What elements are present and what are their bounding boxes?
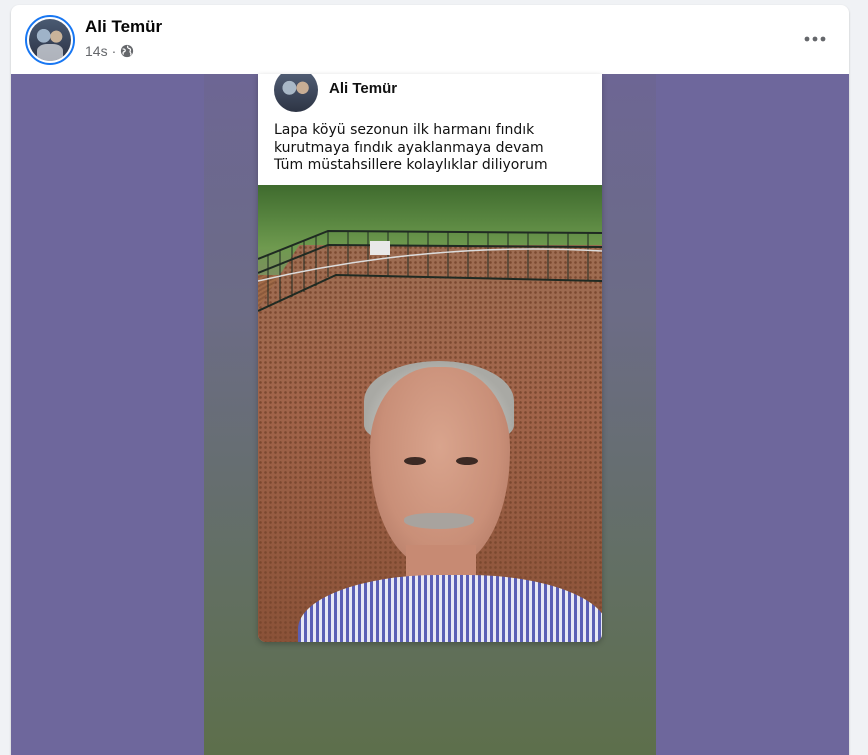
author-avatar[interactable] [25, 15, 75, 65]
video-frame[interactable]: Ali Temür Lapa köyü sezonun ilk harmanı … [204, 74, 656, 755]
avatar-image [29, 19, 71, 61]
post-header: Ali Temür 14s · [11, 5, 849, 74]
person-eye [456, 457, 478, 465]
story-author-name: Ali Temür [329, 80, 398, 97]
post-media[interactable]: Ali Temür Lapa köyü sezonun ilk harmanı … [11, 74, 849, 755]
story-text-line: Lapa köyü sezonun ilk harmanı fındık [274, 122, 535, 138]
author-name[interactable]: Ali Temür [85, 17, 162, 37]
story-text-line: Tüm müstahsillere kolaylıklar diliyorum [274, 157, 548, 173]
post-timestamp[interactable]: 14s [85, 43, 108, 59]
globe-icon[interactable] [120, 44, 134, 58]
story-header: Ali Temür Lapa köyü sezonun ilk harmanı … [258, 74, 602, 185]
more-options-button[interactable] [797, 21, 833, 57]
story-photo [258, 185, 602, 642]
story-text-line: kurutmaya fındık ayaklanmaya devam [274, 139, 544, 156]
shared-story-card: Ali Temür Lapa köyü sezonun ilk harmanı … [258, 74, 602, 642]
meta-separator: · [111, 43, 117, 59]
railing-fence [258, 229, 602, 312]
person-face [370, 367, 510, 567]
post-meta: 14s · [85, 43, 134, 59]
person-mustache [404, 513, 474, 529]
story-avatar [274, 74, 318, 112]
person-eye [404, 457, 426, 465]
more-horizontal-icon [804, 36, 826, 42]
story-text: Lapa köyü sezonun ilk harmanı fındık kur… [274, 122, 594, 175]
post-card: Ali Temür 14s · Ali Temür Lapa köyü sezo… [11, 5, 849, 755]
